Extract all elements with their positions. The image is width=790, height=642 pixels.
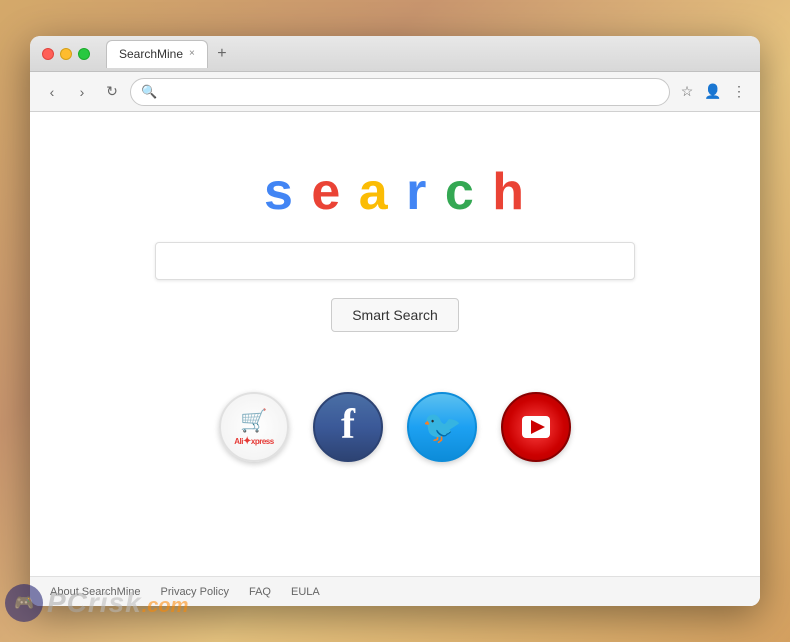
tab-close-icon[interactable]: × [189, 49, 195, 59]
aliexpress-label: Ali✦xpress [234, 436, 273, 447]
logo-h: h [492, 163, 526, 221]
refresh-button[interactable]: ↻ [100, 80, 124, 104]
tab-title: SearchMine [119, 47, 183, 61]
logo-s: s [264, 163, 295, 221]
maximize-button[interactable] [78, 48, 90, 60]
search-input[interactable] [155, 242, 635, 280]
logo-c: c [445, 163, 476, 221]
tab-area: SearchMine × + [106, 40, 748, 68]
traffic-lights [42, 48, 90, 60]
title-bar: SearchMine × + [30, 36, 760, 72]
browser-window: SearchMine × + ‹ › ↻ 🔍 ☆ 👤 ⋮ s e a r c h [30, 36, 760, 606]
shortcuts-row: 🛒 Ali✦xpress f 🐦 [219, 392, 571, 462]
shortcut-facebook[interactable]: f [313, 392, 383, 462]
facebook-icon: f [341, 404, 355, 446]
footer-link-privacy[interactable]: Privacy Policy [161, 586, 229, 598]
active-tab[interactable]: SearchMine × [106, 40, 208, 68]
footer-link-faq[interactable]: FAQ [249, 586, 271, 598]
smart-search-button[interactable]: Smart Search [331, 298, 459, 332]
footer-link-eula[interactable]: EULA [291, 586, 320, 598]
back-button[interactable]: ‹ [40, 80, 64, 104]
twitter-icon: 🐦 [422, 408, 462, 446]
aliexpress-cart-icon: 🛒 [240, 408, 267, 434]
nav-bar: ‹ › ↻ 🔍 ☆ 👤 ⋮ [30, 72, 760, 112]
forward-button[interactable]: › [70, 80, 94, 104]
minimize-button[interactable] [60, 48, 72, 60]
nav-icons-right: ☆ 👤 ⋮ [676, 81, 750, 103]
menu-icon[interactable]: ⋮ [728, 81, 750, 103]
logo-a: a [359, 163, 390, 221]
bookmark-icon[interactable]: ☆ [676, 81, 698, 103]
close-button[interactable] [42, 48, 54, 60]
profile-icon[interactable]: 👤 [702, 81, 724, 103]
footer-link-about[interactable]: About SearchMine [50, 586, 141, 598]
address-bar[interactable]: 🔍 [130, 78, 670, 106]
search-icon: 🔍 [141, 84, 157, 100]
youtube-triangle [531, 420, 545, 434]
search-logo: s e a r c h [264, 162, 526, 222]
youtube-play-icon [522, 416, 550, 438]
logo-r: r [406, 163, 428, 221]
new-tab-button[interactable]: + [212, 44, 232, 64]
page-footer: About SearchMine Privacy Policy FAQ EULA [30, 576, 760, 606]
shortcut-aliexpress[interactable]: 🛒 Ali✦xpress [219, 392, 289, 462]
shortcut-youtube[interactable] [501, 392, 571, 462]
shortcut-twitter[interactable]: 🐦 [407, 392, 477, 462]
page-content: s e a r c h Smart Search 🛒 Ali✦xpress f … [30, 112, 760, 606]
logo-e: e [311, 163, 342, 221]
address-input[interactable] [163, 84, 659, 99]
